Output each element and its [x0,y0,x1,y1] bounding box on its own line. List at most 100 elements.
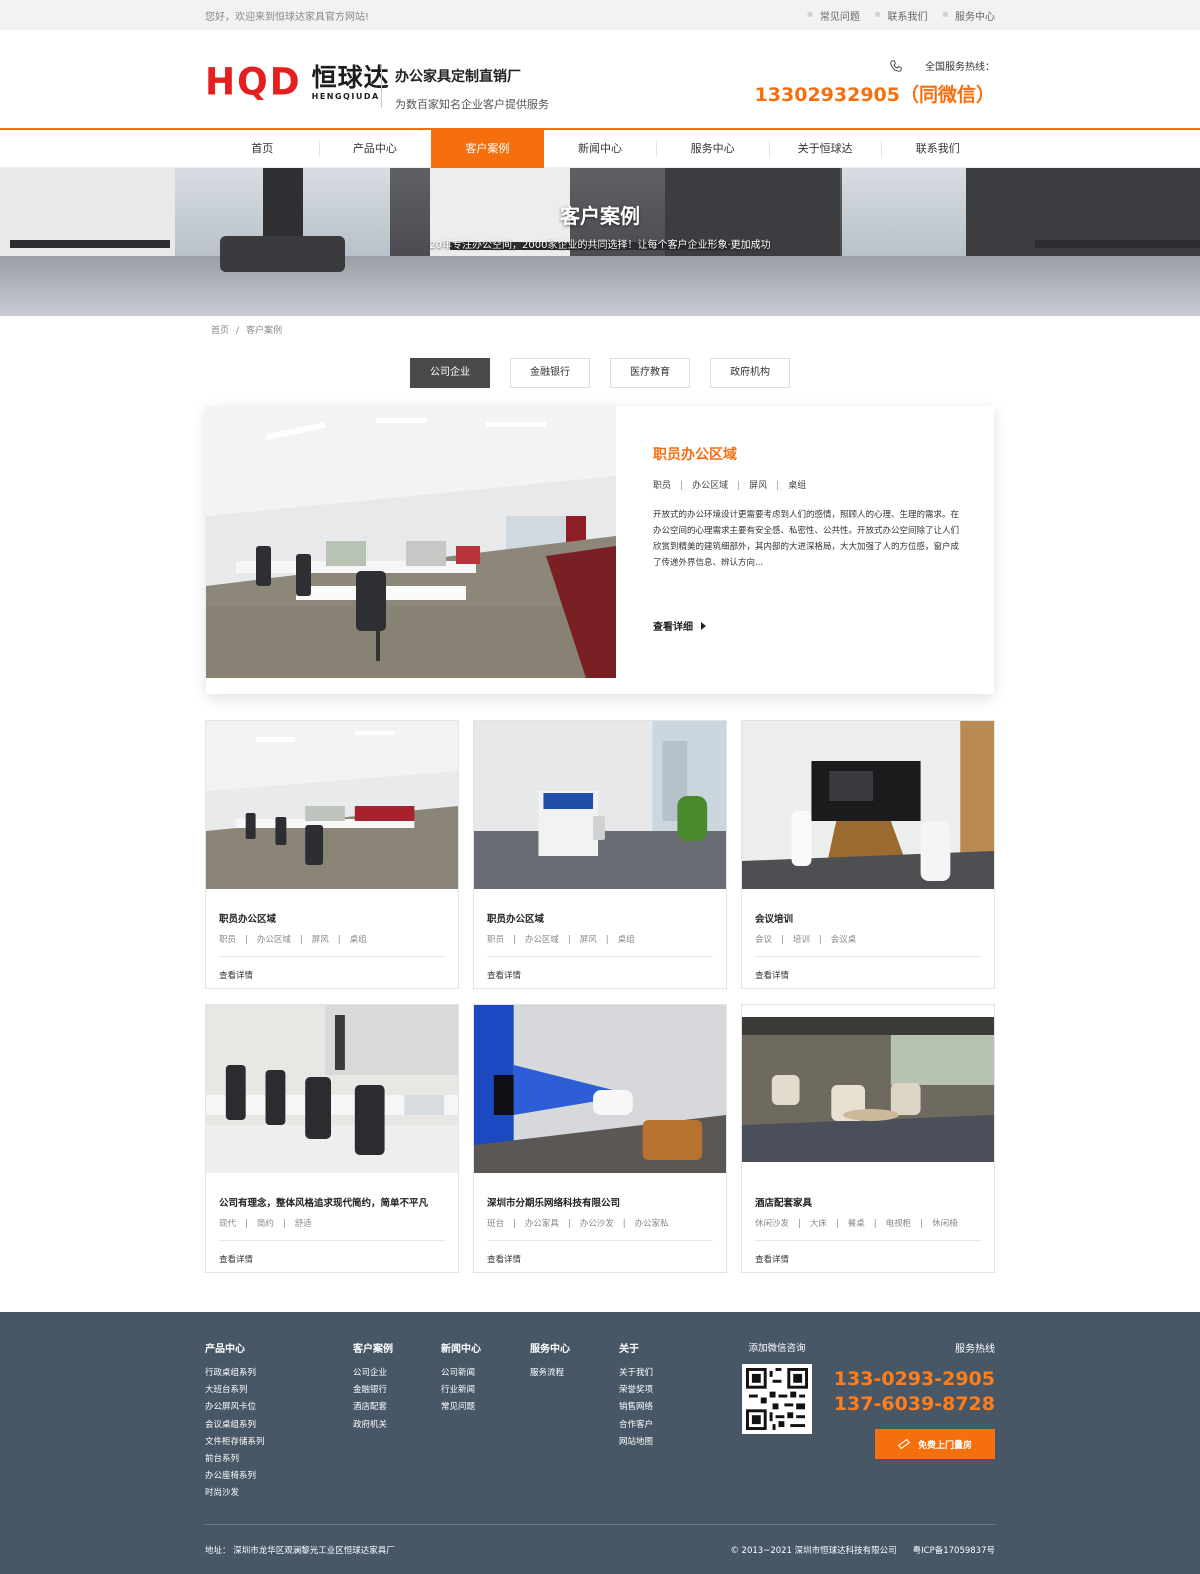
case-card[interactable]: 会议培训 会议 | 培训 | 会议桌 查看详情 [741,720,995,989]
case-more-link[interactable]: 查看详情 [487,1253,713,1265]
footer-col-news: 新闻中心 公司新闻 行业新闻 常见问题 [441,1340,481,1417]
case-image [474,1005,726,1173]
case-image [206,721,458,889]
case-grid: 职员办公区域 职员 | 办公区域 | 屏风 | 桌组 查看详情 职员办公区域 职员 | 办公区域… [205,720,995,1273]
hotline-label: 全国服务热线： [925,62,995,73]
wechat-area: 添加微信咨询 [741,1340,813,1437]
case-tags: 会议 | 培训 | 会议桌 [755,933,981,957]
footer-link[interactable]: 常见问题 [441,1399,481,1416]
arrow-right-icon [701,621,706,630]
tab-government[interactable]: 政府机构 [710,358,790,388]
featured-case-image[interactable] [206,406,616,678]
footer-link[interactable]: 酒店配套 [353,1399,393,1416]
footer-heading[interactable]: 产品中心 [205,1340,265,1355]
nav-item-products[interactable]: 产品中心 [318,130,432,168]
nav-item-home[interactable]: 首页 [206,130,319,168]
service-phone[interactable]: 137-6039-8728 [834,1392,995,1417]
footer-link[interactable]: 销售网络 [619,1399,653,1416]
tab-company[interactable]: 公司企业 [410,358,490,388]
footer-link[interactable]: 公司企业 [353,1365,393,1382]
featured-case-title[interactable]: 职员办公区域 [653,444,959,464]
footer-link[interactable]: 前台系列 [205,1451,265,1468]
hotline-number[interactable]: 13302932905（同微信） [755,80,995,107]
main-nav: 首页 产品中心 客户案例 新闻中心 服务中心 关于恒球达 联系我们 [0,130,1200,168]
footer-link[interactable]: 办公座椅系列 [205,1468,265,1485]
footer-link[interactable]: 服务流程 [530,1365,570,1382]
case-more-link[interactable]: 查看详情 [219,1253,445,1265]
footer-link[interactable]: 时尚沙发 [205,1485,265,1502]
free-measure-button[interactable]: 免费上门量房 [875,1429,995,1459]
footer-link[interactable]: 网站地图 [619,1434,653,1451]
footer-bottom: 地址： 深圳市龙华区观澜黎光工业区恒球达家具厂 © 2013~2021 深圳市恒… [205,1524,995,1574]
case-more-link[interactable]: 查看详情 [755,1253,981,1265]
nav-item-news[interactable]: 新闻中心 [544,130,657,168]
tag: 职员 [653,481,672,491]
case-card[interactable]: 职员办公区域 职员 | 办公区域 | 屏风 | 桌组 查看详情 [473,720,727,989]
slogan-title: 办公家具定制直销厂 [395,69,521,85]
banner-title: 客户案例 [560,204,640,228]
footer-link[interactable]: 政府机关 [353,1417,393,1434]
service-hotline: 服务热线 133-0293-2905 137-6039-8728 免费上门量房 [834,1340,995,1459]
site-footer: 产品中心 行政桌组系列 大班台系列 办公屏风卡位 会议桌组系列 文件柜存储系列 … [0,1312,1200,1574]
nav-item-service[interactable]: 服务中心 [656,130,769,168]
footer-link[interactable]: 行政桌组系列 [205,1365,265,1382]
case-more-link[interactable]: 查看详情 [487,969,713,981]
logo-cn: 恒球达 [311,63,390,92]
footer-link[interactable]: 荣誉奖项 [619,1382,653,1399]
footer-link[interactable]: 行业新闻 [441,1382,481,1399]
case-card[interactable]: 公司有理念，整体风格追求现代简约，简单不平凡 现代 | 简约 | 舒适 查看详情 [205,1004,459,1273]
tab-medical-education[interactable]: 医疗教育 [610,358,690,388]
footer-address: 地址： 深圳市龙华区观澜黎光工业区恒球达家具厂 [205,1545,395,1556]
featured-case-more-link[interactable]: 查看详细 [653,618,706,633]
nav-item-cases[interactable]: 客户案例 [431,130,544,168]
footer-link[interactable]: 大班台系列 [205,1382,265,1399]
footer-heading[interactable]: 客户案例 [353,1340,393,1355]
featured-case-description: 开放式的办公环境设计更需要考虑到人们的感情，照顾人的心理、生理的需求。在办公空间… [653,510,960,568]
footer-link[interactable]: 合作客户 [619,1417,653,1434]
featured-case-tags: 职员 | 办公区域 | 屏风 | 桌组 [653,481,807,491]
case-more-link[interactable]: 查看详情 [755,969,981,981]
footer-heading[interactable]: 新闻中心 [441,1340,481,1355]
footer-link[interactable]: 金融银行 [353,1382,393,1399]
footer-heading[interactable]: 服务中心 [530,1340,570,1355]
case-image [474,721,726,889]
page-banner: 客户案例 20年专注办公空间，2000家企业的共同选择！让每个客户企业形象·更加… [0,168,1200,316]
footer-link[interactable]: 关于我们 [619,1365,653,1382]
nav-item-contact[interactable]: 联系我们 [881,130,994,168]
nav-item-about[interactable]: 关于恒球达 [768,130,882,168]
case-title: 公司有理念，整体风格追求现代简约，简单不平凡 [219,1198,429,1209]
top-link-faq[interactable]: ※ 常见问题 [806,8,860,23]
case-title: 职员办公区域 [487,914,545,925]
case-card[interactable]: 深圳市分期乐网络科技有限公司 班台 | 办公家具 | 办公沙发 | 办公家私 查看详情 [473,1004,727,1273]
top-link-service[interactable]: ※ 服务中心 [941,8,995,23]
footer-link[interactable]: 办公屏风卡位 [205,1399,265,1416]
hotline: 全国服务热线： 13302932905（同微信） [755,58,995,107]
logo-en: HENGQIUDA [311,92,380,101]
case-image [742,721,994,889]
top-bar: 您好，欢迎来到恒球达家具官方网站! ※ 常见问题 ※ 联系我们 ※ 服务中心 [0,0,1200,30]
service-phone[interactable]: 133-0293-2905 [834,1367,995,1392]
site-logo[interactable]: HQD 恒球达 HENGQIUDA [205,61,390,104]
case-more-link[interactable]: 查看详情 [219,969,445,981]
case-tags: 休闲沙发 | 大床 | 餐桌 | 电视柜 | 休闲椅 [755,1217,981,1241]
category-tabs: 公司企业 金融银行 医疗教育 政府机构 [0,358,1200,388]
footer-col-cases: 客户案例 公司企业 金融银行 酒店配套 政府机关 [353,1340,393,1434]
tab-finance[interactable]: 金融银行 [510,358,590,388]
tag: 办公区域 [692,481,729,491]
top-link-contact[interactable]: ※ 联系我们 [874,8,928,23]
footer-link[interactable]: 文件柜存储系列 [205,1434,265,1451]
footer-link[interactable]: 公司新闻 [441,1365,481,1382]
case-title: 职员办公区域 [219,914,277,925]
case-title: 会议培训 [755,914,794,925]
footer-col-products: 产品中心 行政桌组系列 大班台系列 办公屏风卡位 会议桌组系列 文件柜存储系列 … [205,1340,265,1503]
footer-link[interactable]: 会议桌组系列 [205,1417,265,1434]
banner-subtitle: 20年专注办公空间，2000家企业的共同选择！让每个客户企业形象·更加成功 [429,240,771,251]
footer-heading[interactable]: 关于 [619,1340,653,1355]
star-icon: ※ [873,10,882,20]
case-card[interactable]: 酒店配套家具 休闲沙发 | 大床 | 餐桌 | 电视柜 | 休闲椅 查看详情 [741,1004,995,1273]
footer-icp[interactable]: 粤ICP备17059837号 [913,1544,995,1556]
case-tags: 班台 | 办公家具 | 办公沙发 | 办公家私 [487,1217,713,1241]
case-title: 深圳市分期乐网络科技有限公司 [487,1198,621,1209]
breadcrumb-home[interactable]: 首页 [211,326,229,336]
case-card[interactable]: 职员办公区域 职员 | 办公区域 | 屏风 | 桌组 查看详情 [205,720,459,989]
